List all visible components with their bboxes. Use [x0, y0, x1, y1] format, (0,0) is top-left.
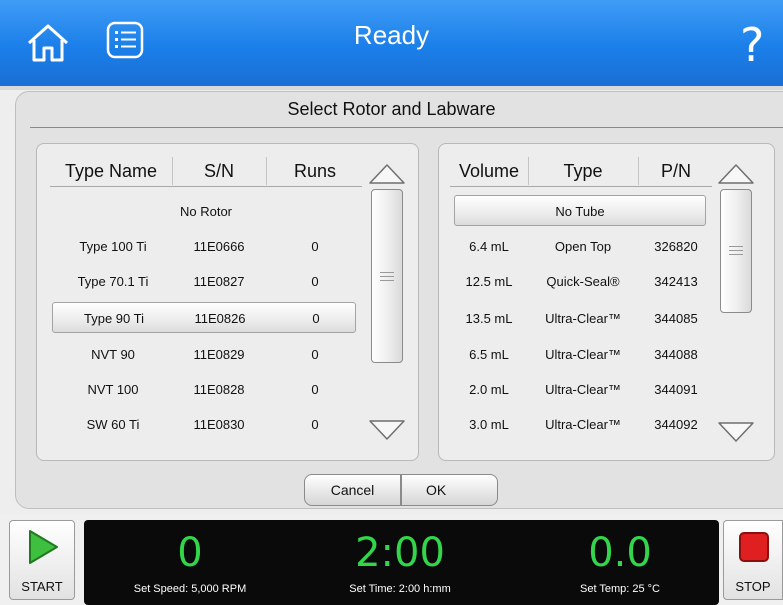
labware-type-cell: Ultra-Clear™ [545, 347, 621, 362]
rotor-runs-cell: 0 [311, 382, 319, 397]
rotor-sn-cell: 11E0829 [193, 347, 245, 362]
column-divider [528, 157, 529, 185]
labware-volume-cell: 13.5 mL [465, 311, 513, 326]
title-bar: Ready ? [0, 0, 783, 86]
rotor-sn-cell: 11E0828 [193, 382, 245, 397]
labware-type-cell: Quick-Seal® [546, 274, 620, 289]
grip-line [729, 246, 743, 247]
stop-label: STOP [735, 579, 771, 594]
ok-button[interactable]: OK [401, 474, 498, 506]
labware-type-cell: Open Top [554, 239, 612, 254]
column-header-type: Type [563, 161, 603, 181]
page-title: Ready [353, 20, 430, 50]
no-rotor-label: No Rotor [179, 204, 233, 219]
header-rule [450, 186, 712, 187]
rotor-scrollbar-thumb[interactable] [371, 189, 403, 363]
time-value: 2:00 [355, 530, 445, 576]
labware-pn-cell: 342413 [654, 274, 698, 289]
help-icon: ? [740, 18, 765, 72]
labware-type-cell: Ultra-Clear™ [545, 382, 621, 397]
labware-type-cell: Ultra-Clear™ [545, 417, 621, 432]
grip-line [729, 250, 743, 251]
labware-row-no-tube-selected[interactable]: No Tube [454, 195, 706, 226]
rotor-runs-cell: 0 [311, 347, 319, 362]
start-label: START [21, 579, 63, 594]
rotor-row[interactable]: Type 70.1 Ti 11E0827 0 [50, 264, 362, 298]
rotor-row-no-rotor[interactable]: No Rotor [50, 194, 362, 228]
rotor-runs-cell: 0 [311, 239, 319, 254]
labware-pn-cell: 344092 [654, 417, 698, 432]
labware-scrollbar-thumb[interactable] [720, 189, 752, 313]
labware-volume-cell: 3.0 mL [469, 417, 509, 432]
labware-pn-cell: 344088 [654, 347, 698, 362]
rotor-sn-cell: 11E0830 [193, 417, 245, 432]
rotor-row-selected[interactable]: Type 90 Ti 11E0826 0 [52, 302, 356, 333]
column-header-sn: S/N [203, 161, 234, 181]
rotor-sn-cell: 11E0826 [194, 311, 246, 326]
rotor-runs-cell: 0 [311, 274, 319, 289]
scroll-down-arrow-icon[interactable] [368, 418, 406, 442]
grip-line [380, 276, 394, 277]
labware-pn-cell: 344085 [654, 311, 698, 326]
rotor-type-cell: NVT 100 [87, 382, 139, 397]
column-divider [266, 157, 267, 185]
rotor-row[interactable]: SW 60 Ti 11E0830 0 [50, 407, 362, 441]
scroll-up-arrow-icon[interactable] [717, 162, 755, 186]
dialog-title: Select Rotor and Labware [287, 99, 496, 119]
help-button[interactable]: ? [740, 20, 772, 70]
column-header-pn: P/N [660, 161, 691, 181]
grip-line [380, 280, 394, 281]
set-time-label: Set Time: 2:00 h:mm [349, 583, 451, 595]
labware-row[interactable]: 6.4 mL Open Top 326820 [452, 229, 712, 263]
rotor-type-cell: Type 70.1 Ti [77, 274, 149, 289]
column-header-runs: Runs [293, 161, 337, 181]
temp-value: 0.0 [588, 530, 652, 576]
labware-volume-cell: 6.4 mL [469, 239, 509, 254]
labware-row[interactable]: 6.5 mL Ultra-Clear™ 344088 [452, 337, 712, 371]
rotor-type-cell: Type 90 Ti [84, 311, 144, 326]
column-divider [172, 157, 173, 185]
grip-line [729, 254, 743, 255]
rotor-type-cell: NVT 90 [91, 347, 135, 362]
labware-row[interactable]: 3.0 mL Ultra-Clear™ 344092 [452, 407, 712, 441]
start-button[interactable]: START [9, 520, 75, 600]
rotor-runs-cell: 0 [311, 417, 319, 432]
labware-type-cell: Ultra-Clear™ [545, 311, 621, 326]
column-header-volume: Volume [458, 161, 520, 181]
labware-row[interactable]: 2.0 mL Ultra-Clear™ 344091 [452, 372, 712, 406]
column-header-type-name: Type Name [64, 161, 158, 181]
labware-row[interactable]: 13.5 mL Ultra-Clear™ 344085 [452, 301, 712, 335]
labware-pn-cell: 344091 [654, 382, 698, 397]
rotor-row[interactable]: NVT 90 11E0829 0 [50, 337, 362, 371]
rotor-sn-cell: 11E0827 [193, 274, 245, 289]
cancel-button[interactable]: Cancel [304, 474, 401, 506]
grip-line [380, 272, 394, 273]
stop-button[interactable]: STOP [723, 520, 783, 600]
rotor-runs-cell: 0 [312, 311, 320, 326]
labware-volume-cell: 12.5 mL [465, 274, 513, 289]
column-divider [638, 157, 639, 185]
play-icon [29, 530, 58, 564]
labware-pn-cell: 326820 [654, 239, 698, 254]
set-speed-label: Set Speed: 5,000 RPM [133, 583, 247, 595]
dialog-title-divider [30, 127, 783, 128]
labware-volume-cell: 6.5 mL [469, 347, 509, 362]
rotor-row[interactable]: Type 100 Ti 11E0666 0 [50, 229, 362, 263]
rotor-row[interactable]: NVT 100 11E0828 0 [50, 372, 362, 406]
rotor-sn-cell: 11E0666 [193, 239, 245, 254]
labware-volume-cell: 2.0 mL [469, 382, 509, 397]
labware-row[interactable]: 12.5 mL Quick-Seal® 342413 [452, 264, 712, 298]
no-tube-label: No Tube [555, 204, 605, 219]
header-rule [50, 186, 362, 187]
set-temp-label: Set Temp: 25 °C [579, 583, 660, 595]
header-divider [0, 86, 783, 90]
scroll-up-arrow-icon[interactable] [368, 162, 406, 186]
rotor-type-cell: Type 100 Ti [79, 239, 147, 254]
speed-value: 0 [177, 530, 203, 576]
scroll-down-arrow-icon[interactable] [717, 420, 755, 444]
rotor-type-cell: SW 60 Ti [86, 417, 140, 432]
stop-icon [739, 532, 769, 562]
